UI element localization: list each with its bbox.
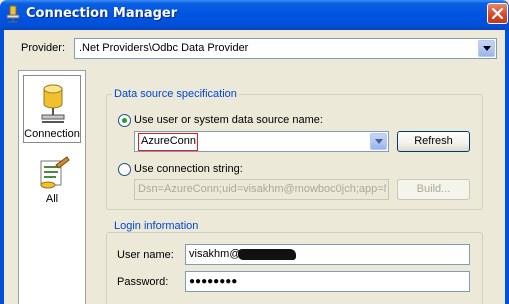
chevron-down-icon (375, 139, 383, 144)
provider-dropdown[interactable]: .Net Providers\Odbc Data Provider (74, 38, 497, 59)
connection-string-value: Dsn=AzureConn;uid=visakhm@mowboc0jch;app… (138, 183, 386, 195)
window-frame-left (0, 30, 4, 304)
provider-dropdown-button[interactable] (478, 40, 495, 57)
dsn-radio-label: Use user or system data source name: (134, 114, 323, 126)
connection-string-radio[interactable] (118, 163, 131, 176)
dsn-radio[interactable] (118, 114, 131, 127)
close-button[interactable] (487, 3, 508, 24)
password-field[interactable]: ●●●●●●●● (185, 271, 470, 292)
username-value: visakhm@ (189, 248, 241, 260)
login-group-title: Login information (112, 220, 201, 232)
provider-value: .Net Providers\Odbc Data Provider (79, 42, 249, 54)
connection-manager-icon (4, 5, 22, 23)
title-bar[interactable]: Connection Manager (0, 0, 509, 30)
data-source-group-title: Data source specification (112, 88, 239, 100)
close-icon (491, 7, 504, 20)
side-navigation: Connection All (18, 70, 86, 304)
database-connection-icon (39, 84, 67, 127)
nav-label-connection: Connection (24, 128, 80, 140)
username-redaction (238, 249, 296, 260)
chevron-down-icon (483, 46, 491, 51)
nav-label-all: All (45, 193, 59, 205)
window-frame-right (505, 30, 509, 304)
login-group (106, 232, 483, 304)
connection-string-radio-label: Use connection string: (134, 163, 243, 175)
dsn-dropdown-button[interactable] (370, 133, 387, 150)
properties-icon (38, 155, 70, 192)
refresh-button[interactable]: Refresh (397, 131, 470, 152)
dsn-dropdown[interactable]: AzureConn (134, 131, 389, 152)
nav-item-all[interactable]: All (23, 147, 81, 215)
connection-string-field[interactable]: Dsn=AzureConn;uid=visakhm@mowboc0jch;app… (134, 179, 389, 200)
nav-item-connection[interactable]: Connection (23, 75, 81, 143)
build-button[interactable]: Build... (397, 179, 470, 200)
window-title: Connection Manager (26, 6, 178, 21)
password-value: ●●●●●●●● (189, 276, 238, 287)
provider-label: Provider: (21, 42, 66, 54)
username-field[interactable]: visakhm@ (185, 244, 470, 265)
username-label: User name: (117, 249, 174, 261)
dsn-value: AzureConn (141, 135, 197, 147)
password-label: Password: (117, 276, 169, 288)
